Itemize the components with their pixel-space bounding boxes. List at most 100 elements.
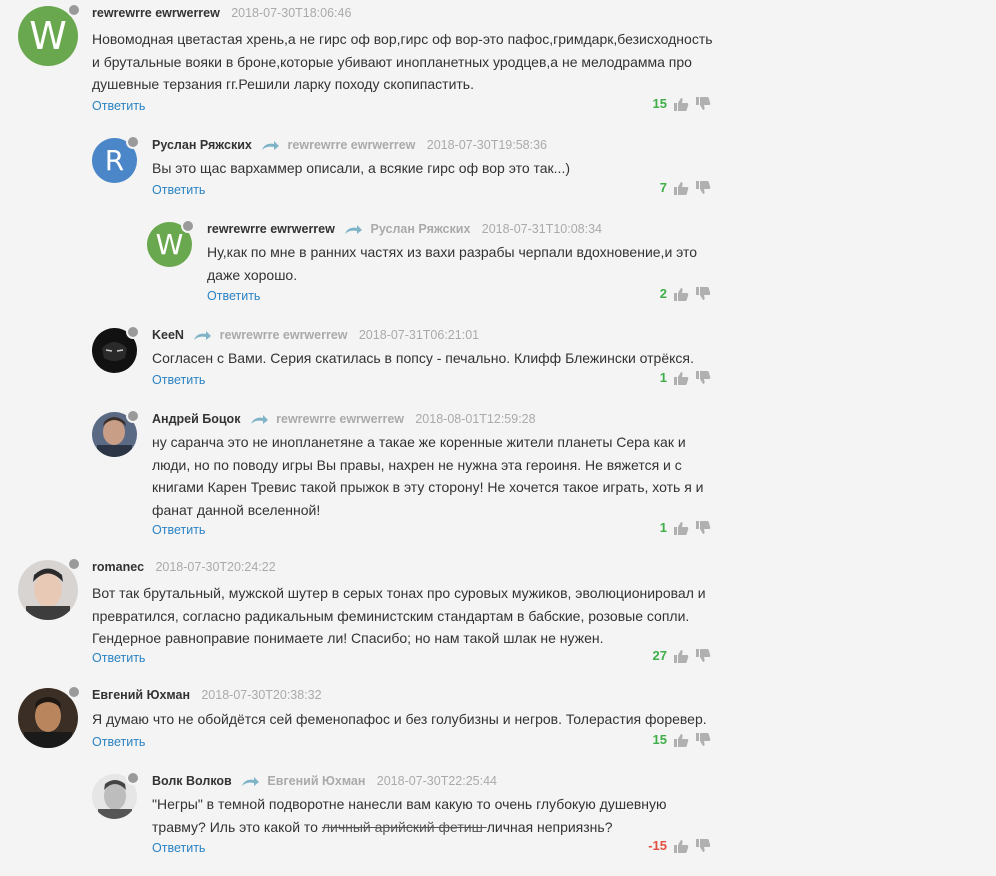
reply-to-name[interactable]: rewrewrre ewrwerrew: [288, 138, 416, 152]
comment: W rewrewrre ewrwerrew Руслан Ряжских 201…: [147, 219, 718, 310]
reply-link[interactable]: Ответить: [152, 523, 205, 537]
text-line: Вы это щас вархаммер описали, а всякие г…: [152, 160, 570, 176]
comment-header: rewrewrre ewrwerrew 2018-07-30T18:06:46: [92, 6, 351, 20]
comment-text: Ну,как по мне в ранних частях из вахи ра…: [207, 241, 717, 286]
comment: Евгений Юхман 2018-07-30T20:38:32 Я дума…: [18, 685, 718, 752]
vote-controls: 15: [645, 96, 711, 111]
comment-text: "Негры" в темной подворотне нанесли вам …: [152, 793, 712, 838]
author-name[interactable]: Евгений Юхман: [92, 688, 190, 702]
reply-link[interactable]: Ответить: [92, 735, 145, 749]
thumbs-up-icon[interactable]: [673, 371, 689, 385]
comment-text: Согласен с Вами. Серия скатилась в попсу…: [152, 347, 712, 370]
author-name[interactable]: romanec: [92, 560, 144, 574]
reply-link[interactable]: Ответить: [152, 183, 205, 197]
text-line: книгами Карен Тревис такой прыжок в эту …: [152, 479, 704, 495]
reply-arrow-icon: [262, 140, 280, 150]
thumbs-up-icon[interactable]: [673, 521, 689, 535]
avatar[interactable]: [18, 557, 81, 620]
thumbs-down-icon[interactable]: [695, 732, 711, 747]
avatar[interactable]: W: [147, 219, 195, 267]
reply-to-name[interactable]: rewrewrre ewrwerrew: [220, 328, 348, 342]
thumbs-up-icon[interactable]: [673, 287, 689, 301]
thumbs-up-icon[interactable]: [673, 649, 689, 663]
online-status-dot: [126, 771, 140, 785]
thumbs-up-icon[interactable]: [673, 97, 689, 111]
comment-date: 2018-07-30T22:25:44: [376, 774, 497, 788]
comment-date: 2018-08-01T12:59:28: [415, 412, 536, 426]
comment-date: 2018-07-30T20:38:32: [201, 688, 322, 702]
comment-header: KeeN rewrewrre ewrwerrew 2018-07-31T06:2…: [152, 328, 479, 342]
author-name[interactable]: KeeN: [152, 328, 184, 342]
online-status-dot: [126, 409, 140, 423]
comment-date: 2018-07-31T10:08:34: [481, 222, 602, 236]
vote-score: 1: [659, 520, 667, 535]
text-line: фанат данной вселенной!: [152, 501, 321, 518]
thumbs-down-icon[interactable]: [695, 520, 711, 535]
thumbs-up-icon[interactable]: [673, 733, 689, 747]
text-segment: травму? Иль это какой то: [152, 818, 322, 835]
text-line: Согласен с Вами. Серия скатилась в попсу…: [152, 350, 694, 366]
thumbs-down-icon[interactable]: [695, 180, 711, 195]
text-line: даже хорошо.: [207, 266, 298, 283]
thumbs-down-icon[interactable]: [695, 370, 711, 385]
text-line: Я думаю что не обойдётся сей феменопафос…: [92, 711, 707, 727]
reply-arrow-icon: [194, 330, 212, 340]
author-name[interactable]: rewrewrre ewrwerrew: [207, 222, 335, 236]
comment-header: rewrewrre ewrwerrew Руслан Ряжских 2018-…: [207, 222, 602, 236]
comment-header: Волк Волков Евгений Юхман 2018-07-30T22:…: [152, 774, 497, 788]
avatar[interactable]: [92, 325, 140, 373]
reply-link[interactable]: Ответить: [152, 373, 205, 387]
reply-arrow-icon: [250, 414, 268, 424]
text-line: Ну,как по мне в ранних частях из вахи ра…: [207, 244, 698, 260]
author-name[interactable]: rewrewrre ewrwerrew: [92, 6, 220, 20]
thumbs-up-icon[interactable]: [673, 839, 689, 853]
reply-link[interactable]: Ответить: [152, 841, 205, 855]
vote-controls: 15: [645, 732, 711, 747]
vote-controls: 2: [645, 286, 711, 301]
comment-date: 2018-07-30T18:06:46: [231, 6, 352, 20]
reply-link[interactable]: Ответить: [92, 651, 145, 665]
text-line: и брутальные вояки в броне,которые убива…: [92, 53, 692, 70]
text-line: превратился, согласно радикальным фемини…: [92, 607, 690, 624]
thumbs-down-icon[interactable]: [695, 838, 711, 853]
text-line: Вот так брутальный, мужской шутер в серы…: [92, 585, 706, 601]
reply-arrow-icon: [242, 776, 260, 786]
comment-text: ну саранча это не инопланетяне а такае ж…: [152, 431, 712, 521]
online-status-dot: [126, 135, 140, 149]
reply-to-name[interactable]: Руслан Ряжских: [371, 222, 471, 236]
avatar[interactable]: [92, 771, 140, 819]
reply-link[interactable]: Ответить: [92, 99, 145, 113]
author-name[interactable]: Руслан Ряжских: [152, 138, 252, 152]
comment: R Руслан Ряжских rewrewrre ewrwerrew 201…: [92, 135, 718, 202]
comment-date: 2018-07-31T06:21:01: [358, 328, 480, 342]
avatar[interactable]: R: [92, 135, 140, 183]
comment-text: Новомодная цветастая хрень,а не гирс оф …: [92, 28, 732, 96]
vote-score: -15: [648, 838, 667, 853]
comment: KeeN rewrewrre ewrwerrew 2018-07-31T06:2…: [92, 325, 718, 392]
text-line: душевные терзания гг.Решили ларку походу…: [92, 76, 474, 92]
text-line: ну саранча это не инопланетяне а такае ж…: [152, 434, 686, 450]
vote-controls: 27: [645, 648, 711, 663]
thumbs-up-icon[interactable]: [673, 181, 689, 195]
text-line: Гендерное равноправие понимаете ли! Спас…: [92, 630, 604, 646]
thumbs-down-icon[interactable]: [695, 286, 711, 301]
vote-controls: 7: [645, 180, 711, 195]
comment-text: Вы это щас вархаммер описали, а всякие г…: [152, 157, 712, 180]
vote-controls: 1: [645, 520, 711, 535]
thumbs-down-icon[interactable]: [695, 648, 711, 663]
online-status-dot: [67, 3, 81, 17]
author-name[interactable]: Андрей Боцок: [152, 412, 240, 426]
thumbs-down-icon[interactable]: [695, 96, 711, 111]
comment-date: 2018-07-30T20:24:22: [155, 560, 276, 574]
avatar[interactable]: [18, 685, 81, 748]
text-line: люди, но по поводу игры Вы правы, нахрен…: [152, 456, 682, 473]
reply-to-name[interactable]: Евгений Юхман: [267, 774, 365, 788]
comment-text: Вот так брутальный, мужской шутер в серы…: [92, 582, 732, 650]
comment-header: Евгений Юхман 2018-07-30T20:38:32: [92, 688, 322, 702]
avatar[interactable]: W: [18, 3, 81, 66]
reply-to-name[interactable]: rewrewrre ewrwerrew: [276, 412, 404, 426]
reply-link[interactable]: Ответить: [207, 289, 260, 303]
avatar[interactable]: [92, 409, 140, 457]
author-name[interactable]: Волк Волков: [152, 774, 232, 788]
online-status-dot: [126, 325, 140, 339]
